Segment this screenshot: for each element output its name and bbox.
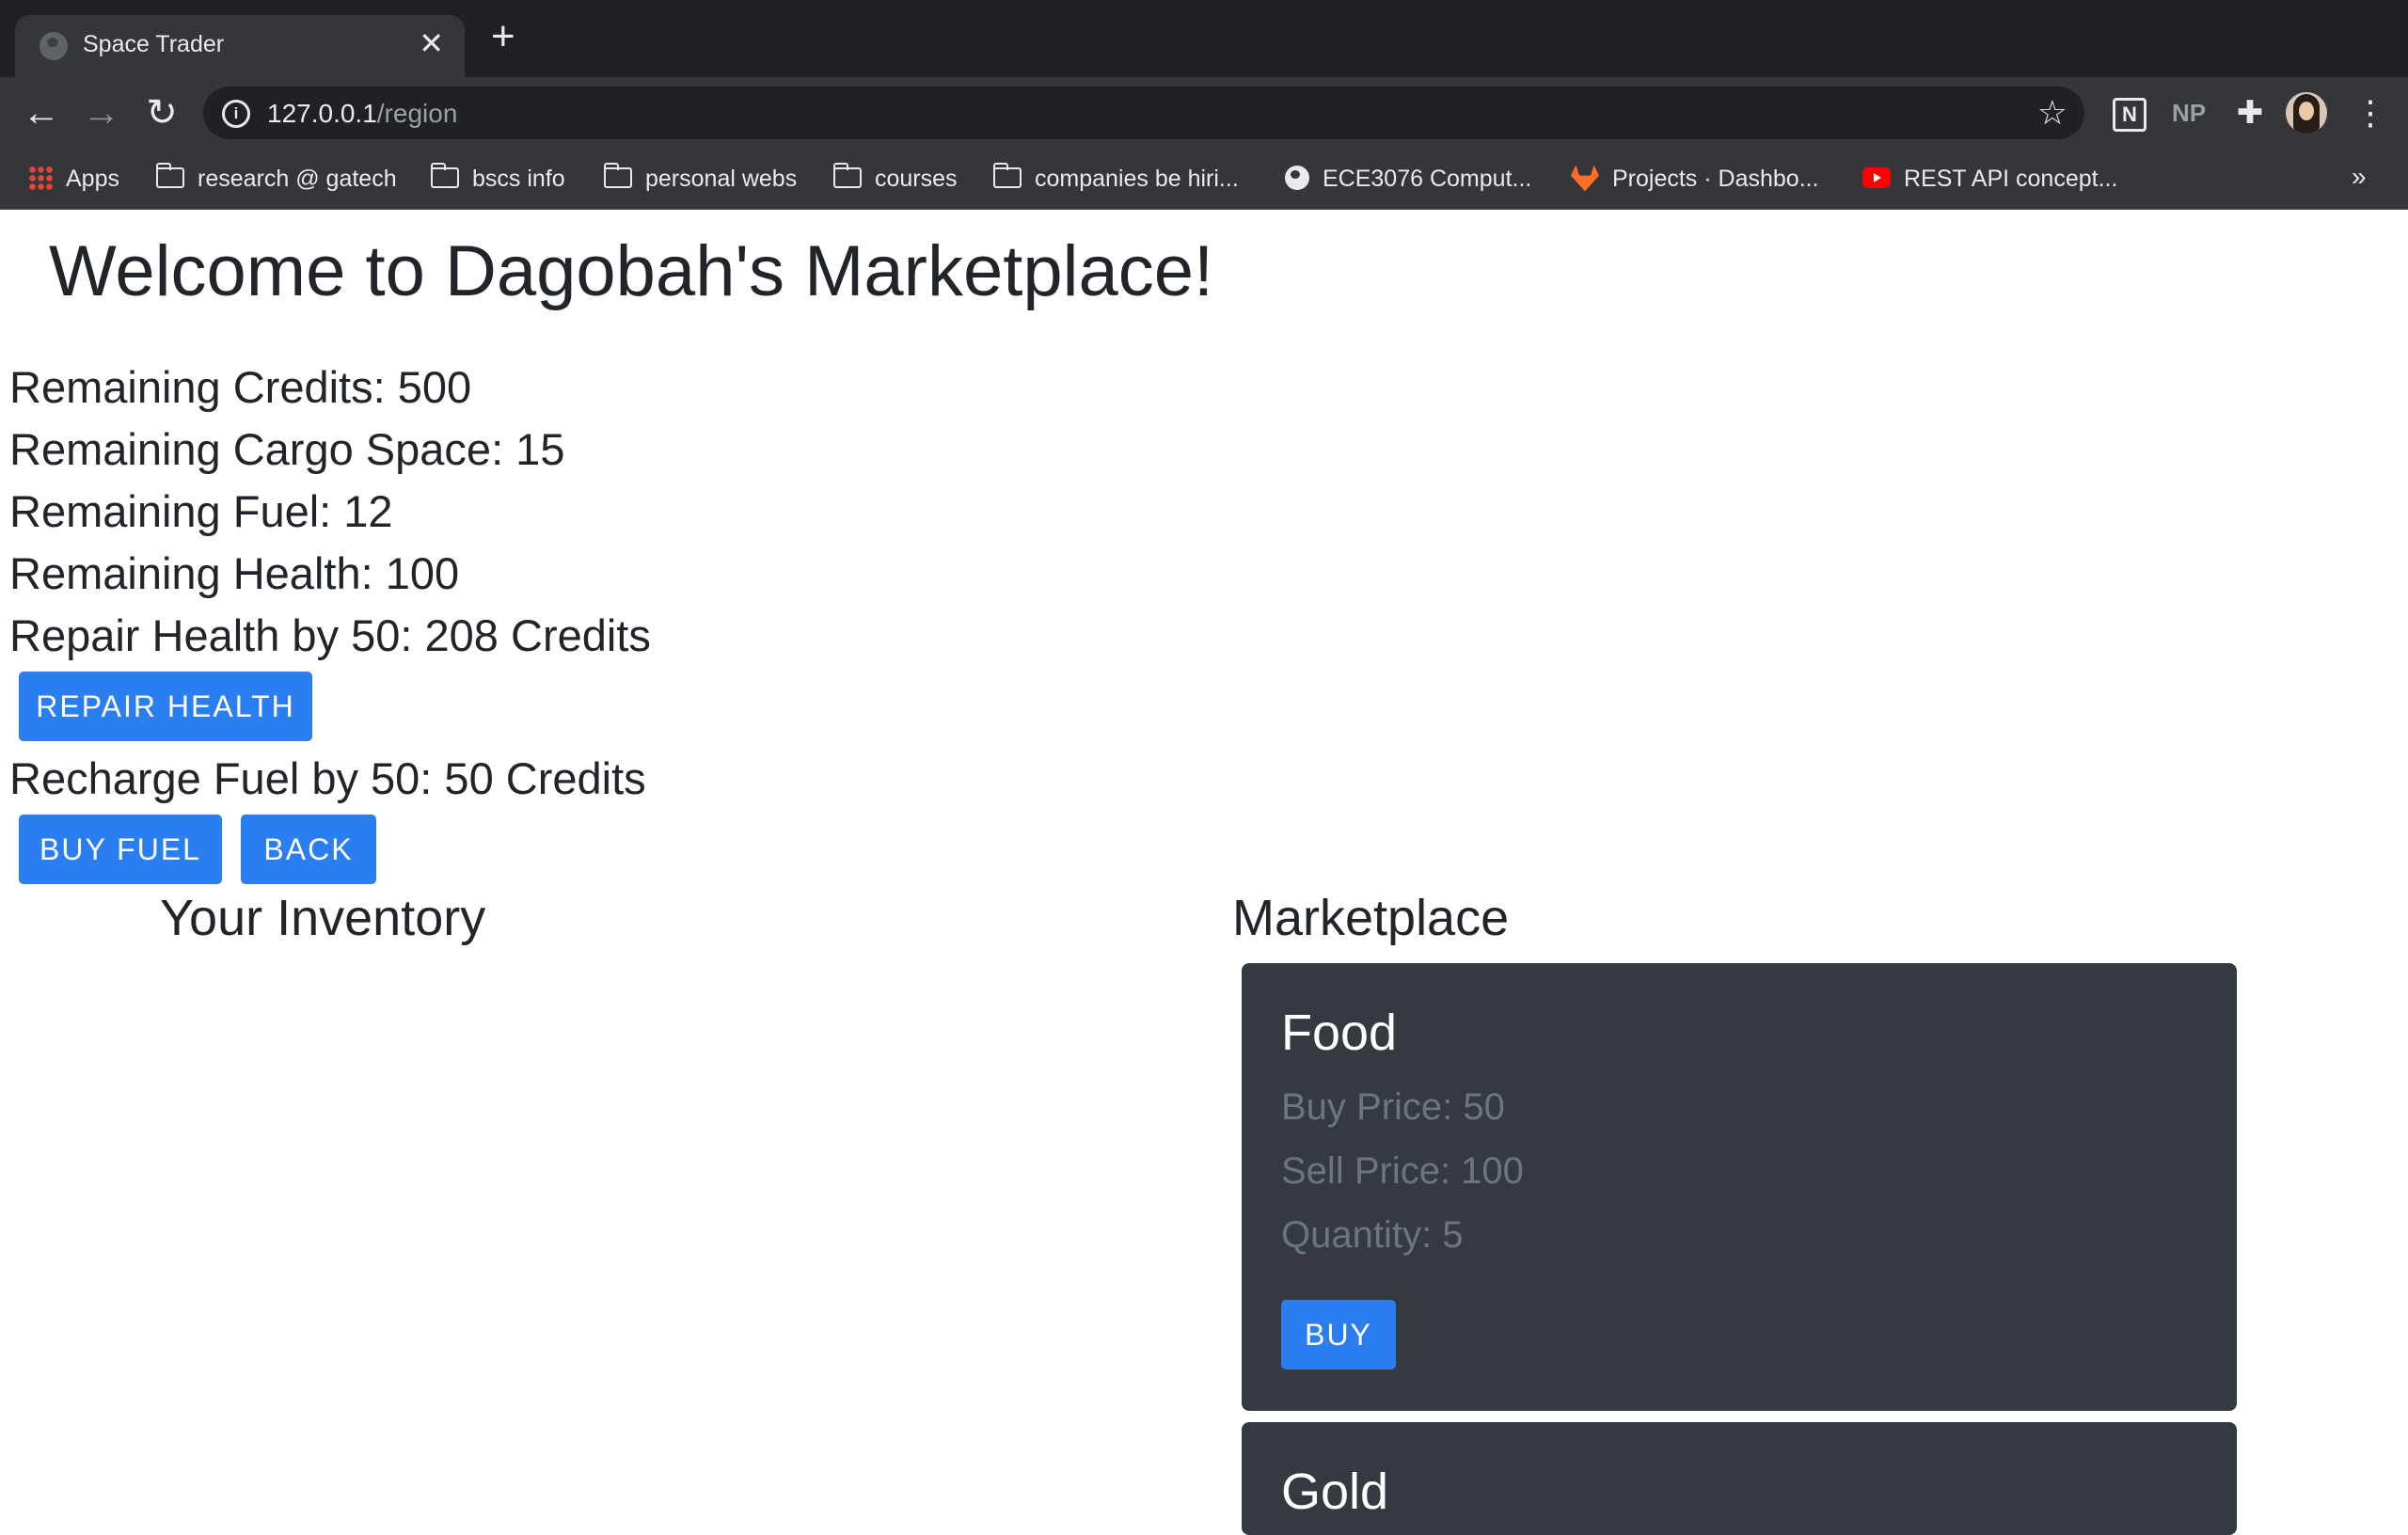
more-menu-icon[interactable]: ⋮ [2353,90,2387,135]
bookmark-bscs-info[interactable]: bscs info [431,162,565,196]
bookmark-label: REST API concept... [1904,166,2118,192]
folder-icon [604,163,632,189]
reload-icon[interactable]: ↻ [137,88,186,137]
youtube-icon [1862,167,1891,189]
bookmark-label: personal webs [645,166,798,192]
repair-health-offer: Repair Health by 50: 208 Credits [9,610,651,660]
notion-extension-icon[interactable]: N [2113,98,2147,132]
address-bar[interactable]: i 127.0.0.1/region ☆ [203,87,2084,139]
apps-grid-icon [28,166,53,191]
back-arrow-icon[interactable]: ← [17,88,66,137]
url-path: /region [376,99,458,128]
folder-icon [993,163,1022,189]
page-title: Welcome to Dagobah's Marketplace! [49,231,1214,311]
market-item-card-gold: Gold [1242,1422,2237,1535]
bookmark-label: courses [875,166,958,192]
remaining-health: Remaining Health: 100 [9,548,460,598]
close-icon[interactable]: ✕ [419,28,444,58]
folder-icon [431,163,459,189]
bookmark-label: bscs info [472,166,565,192]
back-button[interactable]: BACK [241,815,376,884]
remaining-fuel: Remaining Fuel: 12 [9,486,393,536]
item-name: Food [1281,1005,1398,1061]
folder-icon [833,163,862,189]
bookmark-projects-dashboard[interactable]: Projects · Dashbo... [1571,162,1819,196]
bookmark-apps[interactable]: Apps [28,162,119,196]
remaining-credits: Remaining Credits: 500 [9,362,472,412]
bookmark-label: Projects · Dashbo... [1612,166,1819,192]
bookmarks-bar: Apps research @ gatech bscs info persona… [0,149,2408,210]
bookmark-label: ECE3076 Comput... [1323,166,1532,192]
bookmark-label: companies be hiri... [1035,166,1239,192]
url-host: 127.0.0.1 [267,99,377,128]
folder-icon [156,163,184,189]
remaining-cargo-space: Remaining Cargo Space: 15 [9,424,565,474]
item-quantity: Quantity: 5 [1281,1214,1464,1256]
market-item-card-food: Food Buy Price: 50 Sell Price: 100 Quant… [1242,963,2237,1411]
repair-health-button[interactable]: REPAIR HEALTH [19,672,312,741]
bookmark-rest-api[interactable]: REST API concept... [1862,162,2117,196]
avatar[interactable] [2286,92,2327,134]
bookmark-companies[interactable]: companies be hiri... [993,162,1239,196]
inventory-heading: Your Inventory [160,890,486,946]
recharge-fuel-offer: Recharge Fuel by 50: 50 Credits [9,753,646,803]
bookmark-courses[interactable]: courses [833,162,958,196]
browser-toolbar: ← → ↻ i 127.0.0.1/region ☆ N NP ✚ ⋮ [0,77,2408,149]
buy-fuel-button[interactable]: BUY FUEL [19,815,222,884]
buy-food-button[interactable]: BUY [1281,1300,1396,1369]
bookmarks-overflow-icon[interactable]: » [2352,160,2367,194]
bookmark-personal-webs[interactable]: personal webs [604,162,797,196]
tab-title: Space Trader [83,31,225,57]
globe-icon [40,32,68,60]
globe-icon [1285,166,1309,191]
browser-tab-strip: Space Trader ✕ + [0,0,2408,77]
forward-arrow-icon[interactable]: → [77,88,126,137]
puzzle-icon[interactable]: ✚ [2231,96,2269,130]
marketplace-heading: Marketplace [1232,890,1510,946]
bookmark-label: research @ gatech [198,166,397,192]
bookmark-label: Apps [66,166,119,192]
new-tab-icon[interactable]: + [491,16,515,57]
np-extension-icon[interactable]: NP [2169,96,2209,130]
item-buy-price: Buy Price: 50 [1281,1086,1505,1128]
item-sell-price: Sell Price: 100 [1281,1150,1524,1192]
bookmark-research-gatech[interactable]: research @ gatech [156,162,397,196]
star-icon[interactable]: ☆ [2037,92,2067,134]
url-text[interactable]: 127.0.0.1/region [267,99,457,129]
item-name: Gold [1281,1464,1389,1520]
gitlab-icon [1571,165,1599,192]
info-icon[interactable]: i [222,100,250,128]
page-content: Welcome to Dagobah's Marketplace! Remain… [0,209,2408,1535]
tab-space-trader[interactable]: Space Trader ✕ [15,15,465,77]
bookmark-ece3076[interactable]: ECE3076 Comput... [1285,162,1531,196]
